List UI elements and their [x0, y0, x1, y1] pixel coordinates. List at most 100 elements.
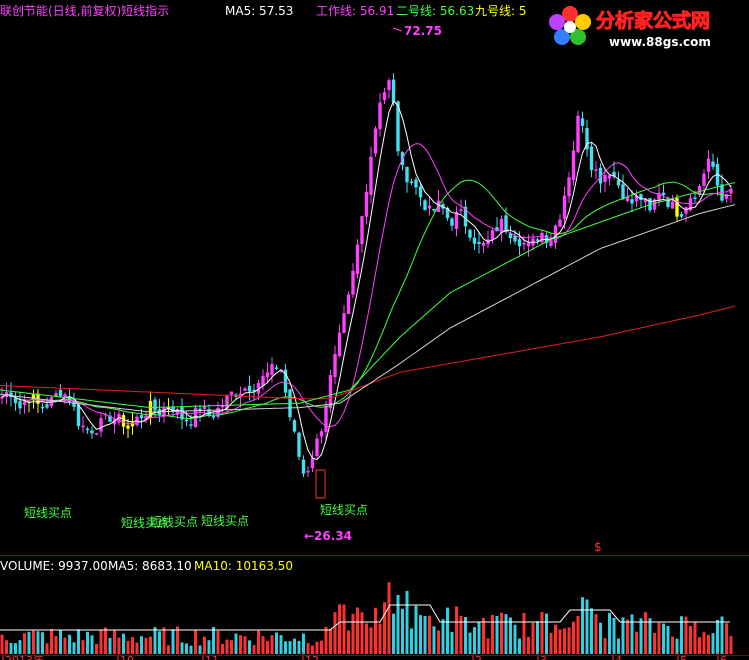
- chart-title: 联创节能(日线,前复权)短线指示: [0, 3, 169, 18]
- candle-body: [580, 118, 585, 126]
- candle-body: [360, 216, 364, 245]
- volume-bar: [324, 626, 328, 654]
- candle-body: [418, 186, 423, 198]
- volume-bar: [387, 582, 391, 654]
- volume-bar: [396, 595, 400, 654]
- volume-bar: [500, 612, 503, 654]
- volume-bar: [14, 643, 17, 654]
- candle-body: [346, 294, 351, 314]
- candle-body: [490, 230, 495, 241]
- volume-bar: [162, 627, 166, 654]
- volume-bar: [293, 638, 296, 654]
- volume-bar: [504, 614, 508, 654]
- volume-bar: [153, 627, 157, 654]
- volume-bar: [171, 629, 175, 654]
- x-axis-label: 3: [540, 654, 547, 660]
- candle-body: [702, 173, 706, 186]
- candle-body: [306, 470, 310, 473]
- volume-bar: [50, 628, 53, 654]
- candle-body: [328, 375, 333, 409]
- candle-body: [405, 166, 409, 183]
- volume-bar: [707, 634, 710, 654]
- volume-bar: [644, 612, 647, 654]
- buy-signal-label: 短线买点: [150, 515, 198, 529]
- volume-bar: [0, 634, 4, 654]
- candle-body: [693, 197, 697, 199]
- candle-body: [603, 175, 607, 182]
- candle-body: [387, 80, 391, 91]
- volume-bar: [86, 631, 89, 654]
- volume-bar: [689, 626, 692, 654]
- volume-bar: [576, 616, 580, 654]
- volume-bar: [446, 607, 449, 654]
- volume-bar: [32, 630, 35, 654]
- volume-bar: [194, 630, 197, 654]
- volume-bar: [59, 630, 62, 654]
- volume-bar: [27, 631, 31, 654]
- volume-bar: [540, 612, 544, 654]
- candle-body: [576, 115, 580, 153]
- volume-bar: [441, 619, 445, 654]
- volume-bar: [581, 597, 584, 654]
- volume-bar: [320, 640, 323, 654]
- volume-bar: [693, 622, 697, 654]
- site-logo: 分析家公式网 www.88gs.com: [549, 6, 711, 49]
- volume-bar: [45, 643, 49, 654]
- volume-bar: [144, 637, 148, 654]
- volume-bar: [104, 627, 107, 654]
- candle-body: [310, 457, 315, 469]
- volume-bar: [590, 608, 593, 654]
- volume-bar: [509, 617, 512, 654]
- candle-body: [373, 128, 378, 154]
- volume-bar: [639, 618, 643, 654]
- volume-bar: [378, 623, 382, 654]
- volume-bar: [297, 640, 301, 654]
- candle-body: [571, 150, 576, 180]
- volume-bar: [99, 630, 103, 654]
- volume-bar: [284, 641, 287, 654]
- candle-body: [85, 428, 90, 431]
- volume-bar: [302, 633, 305, 654]
- candle-body: [292, 420, 297, 432]
- volume-bar: [234, 633, 238, 654]
- volume-bar: [140, 636, 143, 654]
- volume-bar: [72, 642, 76, 654]
- candle-body: [679, 214, 684, 217]
- volume-bar: [630, 614, 634, 654]
- candle-body: [184, 419, 189, 422]
- volume-bar: [270, 635, 274, 654]
- volume-bar: [306, 643, 310, 654]
- volume-bar: [486, 638, 490, 654]
- x-axis-label: 2: [475, 654, 482, 660]
- candle-body: [126, 425, 130, 429]
- volume-bar: [567, 627, 571, 654]
- volume-bar: [122, 633, 125, 654]
- volume-bar: [212, 627, 215, 654]
- candle-body: [630, 199, 634, 204]
- candle-body: [342, 313, 346, 333]
- volume-bar: [671, 636, 674, 654]
- volume-bar: [225, 639, 229, 654]
- volume-bar: [563, 628, 566, 654]
- buy-signal-label: 短线买点: [24, 506, 72, 520]
- volume-bar: [477, 622, 481, 654]
- volume-bar: [135, 642, 139, 654]
- candle-body: [81, 425, 85, 428]
- candle-body: [517, 239, 522, 247]
- volume-bar: [176, 626, 179, 654]
- candle-body: [670, 201, 675, 209]
- volume-bar: [513, 624, 517, 654]
- volume-bar: [77, 629, 80, 654]
- dollar-marker: $: [594, 540, 602, 554]
- volume-bar: [482, 618, 485, 654]
- candle-body: [90, 430, 94, 434]
- volume-bar: [149, 636, 152, 654]
- stock-chart[interactable]: 联创节能(日线,前复权)短线指示 MA5: 57.53 工作线: 56.91 二…: [0, 0, 749, 660]
- candle-body: [454, 212, 459, 229]
- candle-body: [706, 158, 711, 172]
- volume-bar: [405, 591, 409, 654]
- volume-bar: [252, 645, 256, 654]
- volume-bar: [657, 622, 661, 654]
- candle-body: [364, 191, 369, 217]
- candle-body: [18, 401, 22, 409]
